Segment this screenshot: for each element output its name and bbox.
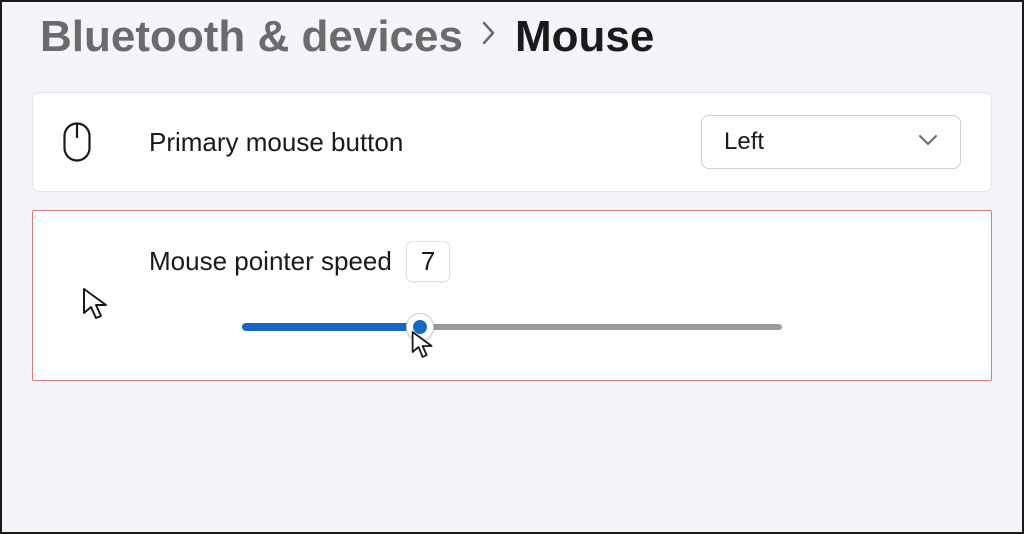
cursor-icon bbox=[81, 287, 111, 326]
chevron-right-icon bbox=[481, 20, 497, 54]
slider-thumb[interactable] bbox=[406, 313, 434, 341]
dropdown-selected-value: Left bbox=[724, 128, 764, 156]
primary-mouse-button-card: Primary mouse button Left bbox=[32, 92, 992, 192]
mouse-pointer-speed-slider[interactable] bbox=[242, 322, 782, 332]
mouse-pointer-speed-card: Mouse pointer speed 7 bbox=[32, 210, 992, 381]
chevron-down-icon bbox=[918, 133, 938, 151]
breadcrumb-parent[interactable]: Bluetooth & devices bbox=[40, 12, 463, 62]
primary-mouse-button-label: Primary mouse button bbox=[149, 127, 701, 158]
primary-mouse-button-dropdown[interactable]: Left bbox=[701, 115, 961, 169]
mouse-pointer-speed-label: Mouse pointer speed bbox=[149, 246, 392, 277]
slider-fill bbox=[242, 323, 420, 331]
mouse-pointer-speed-value: 7 bbox=[406, 241, 450, 282]
mouse-icon bbox=[63, 122, 107, 162]
breadcrumb-current: Mouse bbox=[515, 12, 654, 62]
breadcrumb: Bluetooth & devices Mouse bbox=[32, 2, 992, 92]
